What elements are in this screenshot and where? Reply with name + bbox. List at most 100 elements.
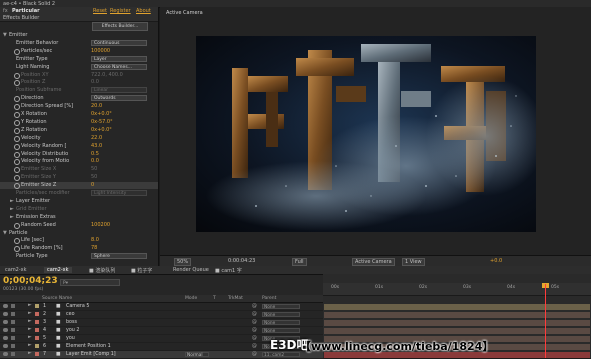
pickwhip-icon[interactable]: @ [252,336,257,341]
property-value[interactable]: 0x+0.0° [91,127,112,133]
property-dropdown[interactable]: Light Intensity [91,190,147,196]
effect-row[interactable]: Emitter Size Y 50 [0,174,158,182]
view-layout-dropdown[interactable]: 1 View [402,258,425,266]
timeline-tab[interactable]: ■ 渲染队列 [86,267,118,274]
effect-row[interactable]: ▼ Emitter [0,32,158,39]
pickwhip-icon[interactable]: @ [252,344,257,349]
label-color-swatch[interactable] [35,352,39,356]
blend-mode-dropdown[interactable]: Normal [185,352,209,358]
eye-icon[interactable] [3,352,8,356]
effect-row[interactable]: Z Rotation 0x+0.0° [0,127,158,134]
property-value[interactable]: 22.0 [91,135,102,141]
twirl-toggle-icon[interactable]: ▼ [3,230,7,236]
parent-dropdown[interactable]: None [262,320,300,326]
twirl-toggle-icon[interactable]: ► [10,198,14,204]
twirl-toggle-icon[interactable]: ► [28,335,32,340]
effect-row[interactable]: ► Emission Extras [0,214,158,221]
pickwhip-icon[interactable]: @ [252,320,257,325]
layer-name[interactable]: boss [66,320,77,325]
twirl-toggle-icon[interactable]: ► [28,311,32,316]
property-value[interactable]: 0.0 [91,158,99,164]
viewer-timecode[interactable]: 0:00:04:23 [228,258,255,264]
label-color-swatch[interactable] [35,304,39,308]
effect-row[interactable]: Emitter Size Z 0 [0,182,158,190]
property-value[interactable]: 0 [91,182,94,188]
effect-row[interactable]: Velocity Distributio 0.5 [0,151,158,158]
layer-row[interactable]: ► 1 ■ Camera 5 @ None [0,303,323,311]
audio-icon[interactable] [11,304,15,308]
twirl-toggle-icon[interactable]: ► [10,206,14,212]
effect-row[interactable]: X Rotation 0x+0.0° [0,111,158,118]
label-color-swatch[interactable] [35,312,39,316]
audio-icon[interactable] [11,312,15,316]
label-color-swatch[interactable] [35,320,39,324]
layer-name[interactable]: Camera 5 [66,304,89,309]
effect-row[interactable]: Position Subframe Linear [0,87,158,94]
effect-row[interactable]: Emitter Behavior Continuous [0,39,158,47]
property-value[interactable]: 8.0 [91,237,99,243]
property-value[interactable]: 50 [91,174,97,180]
property-value[interactable]: 100000 [91,48,110,54]
about-link[interactable]: About [136,8,151,14]
parent-dropdown[interactable]: None [262,304,300,310]
label-color-swatch[interactable] [35,328,39,332]
property-value[interactable]: 722.0, 400.0 [91,72,123,78]
twirl-toggle-icon[interactable]: ▼ [3,32,7,38]
timeline-tab[interactable]: ■ cam1 字 [212,267,245,274]
effect-row[interactable]: Velocity from Motio 0.0 [0,158,158,166]
property-dropdown[interactable]: Choose Names... [91,63,147,70]
effect-row[interactable]: Velocity Random [43.0 [0,143,158,150]
reset-link[interactable]: Reset [93,8,107,14]
effect-row[interactable]: ► Layer Emitter [0,198,158,205]
layer-row[interactable]: ► 2 ■ ceo @ None [0,311,323,319]
effects-builder-button[interactable]: Effects Builder... [92,22,148,31]
layer-duration-bar[interactable] [324,320,590,326]
effect-row[interactable]: Y Rotation 0x-57.0° [0,119,158,126]
twirl-toggle-icon[interactable]: ► [28,319,32,324]
twirl-toggle-icon[interactable]: ► [28,343,32,348]
audio-icon[interactable] [11,328,15,332]
effect-name[interactable]: Particular [12,8,40,14]
property-dropdown[interactable]: Continuous [91,39,147,46]
time-ruler[interactable]: 00s 01s 02s 03s 04s 05s [323,283,591,296]
audio-icon[interactable] [11,344,15,348]
effect-row[interactable]: Particles/sec modifier Light Intensity [0,190,158,197]
property-dropdown[interactable]: Layer [91,55,147,62]
effect-row[interactable]: Life [sec] 8.0 [0,237,158,245]
twirl-toggle-icon[interactable]: ► [28,351,32,356]
composition-canvas[interactable] [196,36,536,232]
playhead-line[interactable] [545,284,546,358]
eye-icon[interactable] [3,304,8,308]
eye-icon[interactable] [3,328,8,332]
property-value[interactable]: 50 [91,166,97,172]
layer-duration-bar[interactable] [324,328,590,334]
pickwhip-icon[interactable]: @ [252,304,257,309]
parent-dropdown[interactable]: None [262,312,300,318]
layer-duration-bar[interactable] [324,304,590,310]
audio-icon[interactable] [11,320,15,324]
effect-row[interactable]: Position Z 0.0 [0,79,158,87]
timeline-tab[interactable]: cam2-xk [44,267,72,273]
property-value[interactable]: 100200 [91,222,110,228]
property-value[interactable]: 20.0 [91,103,102,109]
current-time-display[interactable]: 0;00;04;23 [3,276,58,286]
timeline-tab[interactable]: ■ 粒子字 [128,267,155,274]
effect-row[interactable]: ► Grid Emitter [0,206,158,213]
eye-icon[interactable] [3,336,8,340]
viewer-tab[interactable]: Active Camera [166,10,203,16]
fx-icon[interactable]: fx [3,8,8,14]
col-mode[interactable]: Mode [185,296,197,301]
effect-row[interactable]: Direction Outwards [0,95,158,103]
layer-row[interactable]: ► 3 ■ boss @ None [0,319,323,327]
pickwhip-icon[interactable]: @ [252,352,257,357]
layer-name[interactable]: Element Position 1 [66,344,111,349]
property-value[interactable]: 43.0 [91,143,102,149]
col-trkmat[interactable]: TrkMat [228,296,243,301]
effect-row[interactable]: Velocity 22.0 [0,135,158,142]
pickwhip-icon[interactable]: @ [252,328,257,333]
effect-row[interactable]: Particles/sec 100000 [0,48,158,55]
property-dropdown[interactable]: Linear [91,87,147,94]
label-color-swatch[interactable] [35,336,39,340]
col-t[interactable]: T [213,296,216,301]
eye-icon[interactable] [3,312,8,316]
